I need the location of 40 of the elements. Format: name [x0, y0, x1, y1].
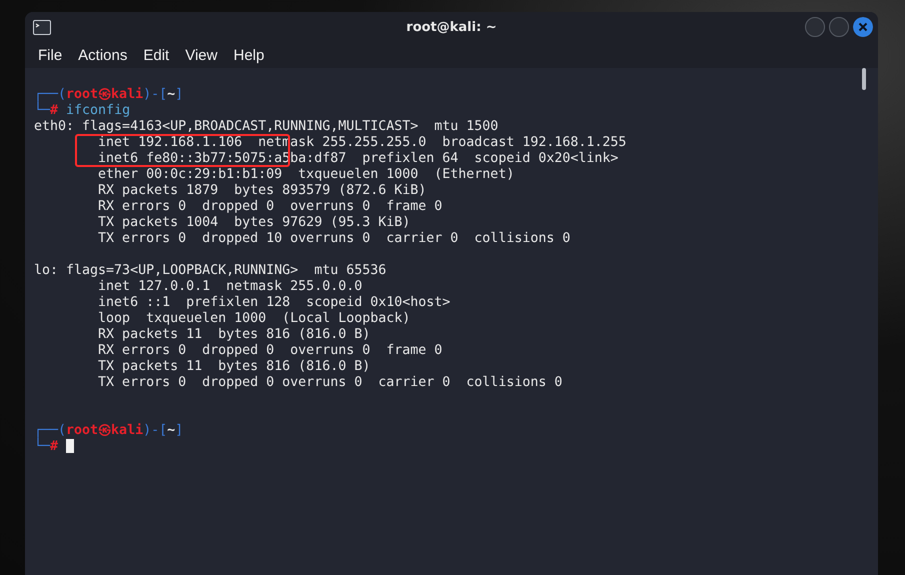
output-line: inet 127.0.0.1 netmask 255.0.0.0: [97, 279, 362, 294]
prompt-symbol: #: [50, 103, 58, 118]
output-line: TX packets 1004 bytes 97629 (95.3 KiB): [97, 215, 410, 230]
command-text: ifconfig: [66, 103, 130, 118]
menu-item[interactable]: Actions: [70, 46, 136, 64]
output-line: TX errors 0 dropped 0 overruns 0 carrier 0 collisions 0: [97, 375, 562, 390]
prompt-directory: ~: [167, 87, 176, 102]
output-line: TX packets 11 bytes 816 (816.0 B): [97, 359, 370, 374]
output-line: inet6 ::1 prefixlen 128 scopeid 0x10<host>: [97, 295, 450, 310]
minimize-button[interactable]: [805, 17, 825, 37]
output-line: RX packets 11 bytes 816 (816.0 B): [97, 327, 370, 342]
terminal-icon: [33, 20, 51, 34]
prompt-symbol: #: [50, 439, 58, 454]
menu-item[interactable]: Edit: [135, 46, 178, 64]
prompt-frame: )-[: [143, 423, 168, 438]
output-line: RX errors 0 dropped 0 overruns 0 frame 0: [97, 343, 442, 358]
prompt-frame: )-[: [143, 87, 168, 102]
maximize-button[interactable]: [829, 17, 849, 37]
output-line: eth0: flags=4163<UP,BROADCAST,RUNNING,MULTICAST> mtu 1500: [34, 119, 498, 134]
prompt-user: root㉿kali: [66, 87, 144, 102]
prompt-frame: ]: [175, 87, 184, 102]
prompt-frame: ┌──(: [34, 423, 66, 438]
output-line: RX packets 1879 bytes 893579 (872.6 KiB): [97, 183, 426, 198]
menu-item[interactable]: View: [177, 46, 226, 64]
scrollbar[interactable]: [862, 68, 866, 90]
prompt-frame: ]: [175, 423, 184, 438]
output-line: loop txqueuelen 1000 (Local Loopback): [97, 311, 410, 326]
prompt-user: root㉿kali: [66, 423, 144, 438]
menu-item[interactable]: Help: [225, 46, 272, 64]
output-line: lo: flags=73<UP,LOOPBACK,RUNNING> mtu 65536: [34, 263, 386, 278]
prompt-frame: └─: [34, 103, 50, 118]
prompt-directory: ~: [167, 423, 176, 438]
output-line: TX errors 0 dropped 10 overruns 0 carrier 0 collisions 0: [97, 231, 570, 246]
close-button[interactable]: [853, 17, 873, 37]
prompt-frame: ┌──(: [34, 87, 66, 102]
menu-item[interactable]: File: [30, 46, 70, 64]
output-line: RX errors 0 dropped 0 overruns 0 frame 0: [97, 199, 442, 214]
prompt-frame: └─: [34, 439, 50, 454]
output-line: ether 00:0c:29:b1:b1:09 txqueuelen 1000 (Ethernet): [97, 167, 514, 182]
window-title: root@kali: ~: [405, 20, 498, 34]
